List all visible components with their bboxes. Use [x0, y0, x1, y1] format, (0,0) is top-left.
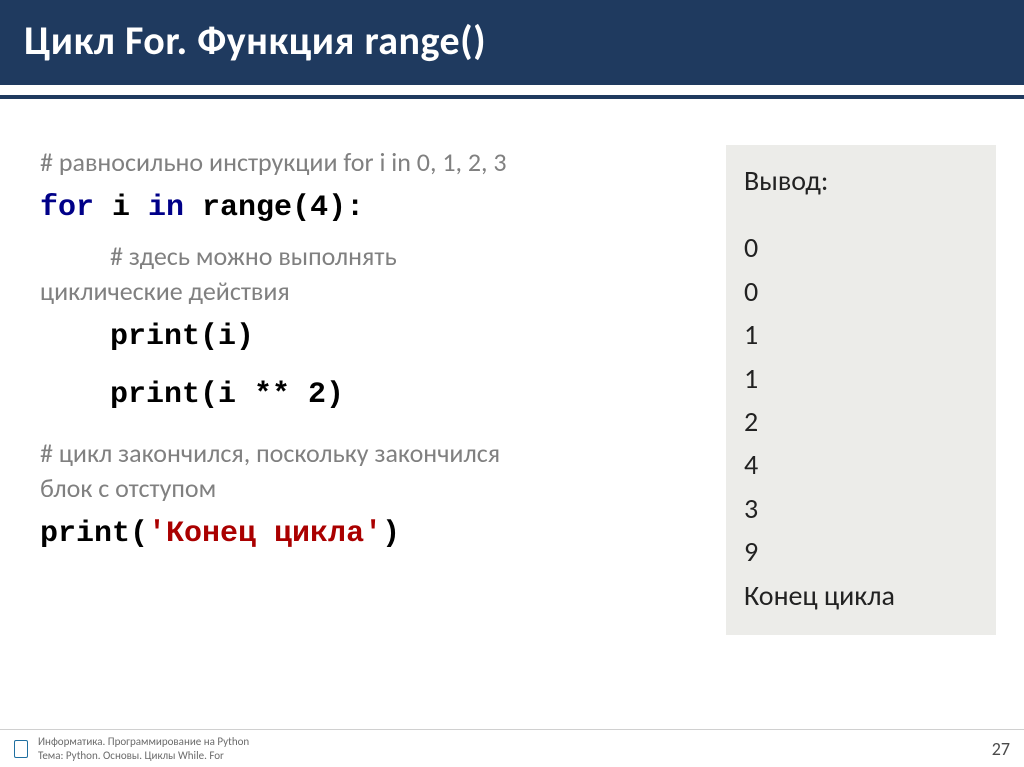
- comment-end: # цикл закончился, поскольку закончился …: [40, 436, 708, 506]
- code-print-i: print(i): [40, 317, 708, 358]
- output-line: 9: [744, 530, 978, 573]
- output-line: 1: [744, 313, 978, 356]
- comment-equiv: # равносильно инструкции for i in 0, 1, …: [40, 145, 708, 180]
- footer-text: Информатика. Программирование на Python …: [38, 735, 992, 763]
- footer-logo-icon: [14, 740, 28, 758]
- output-line: 4: [744, 443, 978, 486]
- slide-footer: Информатика. Программирование на Python …: [0, 729, 1024, 767]
- footer-line2: Тема: Python. Основы. Циклы While. For: [38, 749, 992, 763]
- comment-body: # здесь можно выполнять циклические дейс…: [40, 239, 708, 309]
- slide-title: Цикл For. Функция range(): [24, 16, 1000, 65]
- footer-line1: Информатика. Программирование на Python: [38, 735, 992, 749]
- output-line: 1: [744, 357, 978, 400]
- keyword-for: for: [40, 191, 94, 225]
- comment-end-line2: блок с отступом: [40, 472, 216, 504]
- code-column: # равносильно инструкции for i in 0, 1, …: [40, 145, 708, 635]
- keyword-in: in: [148, 191, 184, 225]
- slide-content: # равносильно инструкции for i in 0, 1, …: [0, 99, 1024, 635]
- output-panel: Вывод: 0 0 1 1 2 4 3 9 Конец цикла: [726, 145, 996, 635]
- code-text: ): [382, 517, 400, 551]
- comment-body-line1: # здесь можно выполнять: [110, 239, 708, 274]
- code-print-i2: print(i ** 2): [40, 375, 708, 416]
- slide-header: Цикл For. Функция range(): [0, 0, 1024, 85]
- comment-end-line1: # цикл закончился, поскольку закончился: [40, 437, 500, 469]
- output-line: 0: [744, 270, 978, 313]
- code-text: print(: [40, 517, 148, 551]
- output-line: 0: [744, 226, 978, 269]
- code-text: range(4):: [184, 191, 364, 225]
- output-line: 3: [744, 487, 978, 530]
- code-for-line: for i in range(4):: [40, 188, 708, 229]
- page-number: 27: [992, 738, 1010, 760]
- output-line: 2: [744, 400, 978, 443]
- output-title: Вывод:: [744, 159, 978, 202]
- code-text: i: [94, 191, 148, 225]
- code-print-end: print('Конец цикла'): [40, 514, 708, 555]
- string-literal: 'Конец цикла': [148, 517, 382, 551]
- comment-body-line2: циклические действия: [40, 274, 708, 309]
- output-line: Конец цикла: [744, 574, 978, 617]
